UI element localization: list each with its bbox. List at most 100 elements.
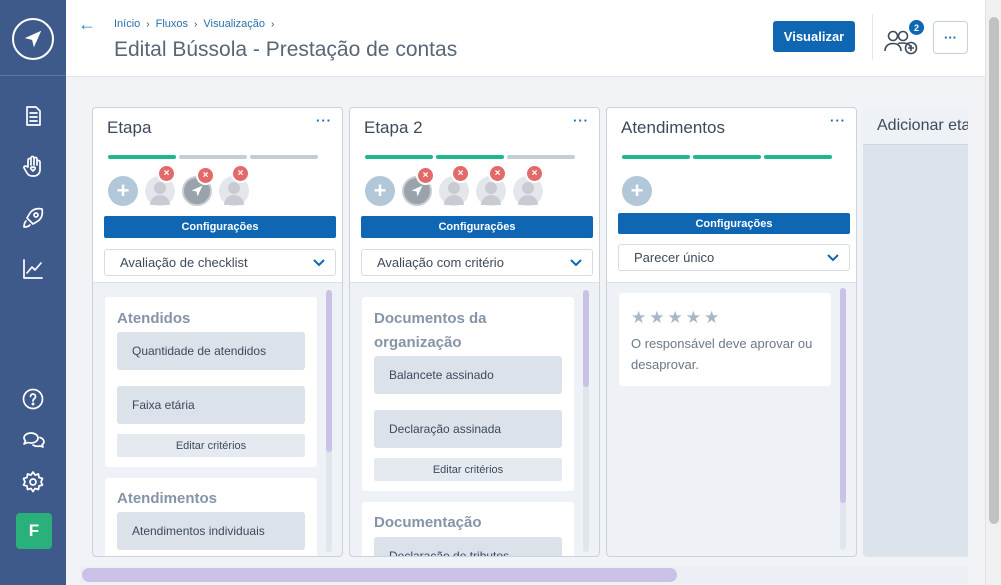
remove-member-icon[interactable]: × — [416, 166, 435, 185]
criteria-card: Documentos da organização Balancete assi… — [362, 297, 574, 491]
column-scrollbar[interactable] — [583, 290, 589, 552]
add-member-button[interactable]: + — [622, 176, 652, 206]
card-title: Documentação — [374, 514, 482, 531]
progress-segment — [365, 155, 433, 159]
compass-logo-icon[interactable] — [12, 18, 54, 60]
stage-title: Etapa 2 — [364, 118, 423, 137]
chevron-right-icon: › — [270, 18, 275, 30]
remove-member-icon[interactable]: × — [451, 164, 470, 183]
progress-segment — [693, 155, 761, 159]
stage-column-body: Documentos da organização Balancete assi… — [350, 284, 599, 556]
column-scrollbar[interactable] — [840, 288, 846, 550]
star-icon: ★ — [631, 308, 647, 327]
criterion-item[interactable]: Balancete assinado — [374, 356, 562, 394]
horizontal-scrollbar-thumb[interactable] — [82, 568, 677, 582]
column-scrollbar-thumb[interactable] — [583, 290, 589, 387]
back-arrow-icon[interactable]: ← — [78, 14, 96, 35]
parecer-card: ★ ★ ★ ★ ★ O responsável deve aprovar ou … — [619, 293, 831, 386]
stage-column-body: Atendidos Quantidade de atendidos Faixa … — [93, 284, 342, 556]
more-options-button[interactable]: ··· — [933, 21, 968, 54]
stage-members: + — [622, 176, 652, 206]
chart-line-icon[interactable] — [20, 256, 46, 282]
gear-icon[interactable] — [20, 469, 46, 495]
add-stage-header: Adicionar etapa — [863, 107, 968, 145]
column-scrollbar[interactable] — [326, 290, 332, 552]
sidebar: F — [0, 0, 66, 585]
criteria-card: Documentação Declaração de tributos — [362, 502, 574, 556]
stage-members: + × × × × — [365, 164, 544, 206]
remove-member-icon[interactable]: × — [488, 164, 507, 183]
chevron-down-icon — [570, 259, 582, 267]
configuracoes-button[interactable]: Configurações — [618, 213, 850, 234]
vertical-scrollbar-thumb[interactable] — [989, 17, 999, 524]
member-avatar: × — [476, 164, 507, 206]
remove-member-icon[interactable]: × — [525, 164, 544, 183]
stage-column-header: Etapa ··· + × × × Configurações Avaliaçã… — [93, 108, 342, 283]
vertical-scrollbar[interactable] — [985, 0, 1001, 585]
stage-title: Atendimentos — [621, 118, 725, 137]
breadcrumb: Início › Fluxos › Visualização › — [114, 18, 274, 30]
column-scrollbar-thumb[interactable] — [840, 288, 846, 503]
progress-segment — [250, 155, 318, 159]
chevron-right-icon: › — [146, 18, 150, 30]
remove-member-icon[interactable]: × — [231, 164, 250, 183]
breadcrumb-item-visualizacao[interactable]: Visualização — [203, 18, 265, 30]
criteria-card: Atendidos Quantidade de atendidos Faixa … — [105, 297, 317, 467]
edit-criteria-button[interactable]: Editar critérios — [374, 458, 562, 481]
progress-segment — [622, 155, 690, 159]
select-value: Avaliação de checklist — [120, 255, 248, 270]
card-title: Atendidos — [117, 310, 191, 327]
avatar[interactable]: F — [16, 513, 52, 549]
criterion-item[interactable]: Faixa etária — [117, 386, 305, 424]
stage-column-header: Etapa 2 ··· + × × × × Configurações Aval… — [350, 108, 599, 283]
configuracoes-button[interactable]: Configurações — [361, 216, 593, 238]
member-avatar: × — [182, 166, 215, 206]
rocket-icon[interactable] — [20, 205, 46, 231]
column-scrollbar-thumb[interactable] — [326, 290, 332, 452]
edit-criteria-button[interactable]: Editar critérios — [117, 434, 305, 457]
member-avatar: × — [402, 166, 435, 206]
stage-column-body: ★ ★ ★ ★ ★ O responsável deve aprovar ou … — [607, 284, 856, 556]
add-stage-column[interactable]: Adicionar etapa — [863, 107, 968, 557]
stage-members: + × × × — [108, 164, 250, 206]
stage-more-button[interactable]: ··· — [316, 113, 332, 128]
criterion-item[interactable]: Declaração assinada — [374, 410, 562, 448]
configuracoes-button[interactable]: Configurações — [104, 216, 336, 238]
rating-stars: ★ ★ ★ ★ ★ — [631, 309, 719, 327]
select-value: Parecer único — [634, 250, 715, 265]
add-stage-label[interactable]: Adicionar etapa — [877, 117, 968, 135]
add-member-button[interactable]: + — [108, 176, 138, 206]
stage-column-header: Atendimentos ··· + Configurações Parecer… — [607, 108, 856, 283]
stage-column-etapa-2: Etapa 2 ··· + × × × × Configurações Aval… — [349, 107, 600, 557]
evaluation-type-select[interactable]: Avaliação com critério — [361, 249, 593, 276]
criteria-card: Atendimentos Atendimentos individuais — [105, 478, 317, 556]
criterion-item[interactable]: Atendimentos individuais — [117, 512, 305, 550]
stage-more-button[interactable]: ··· — [830, 113, 846, 128]
add-member-button[interactable]: + — [365, 176, 395, 206]
chevron-right-icon: › — [194, 18, 198, 30]
document-icon[interactable] — [20, 103, 46, 129]
stage-column-etapa: Etapa ··· + × × × Configurações Avaliaçã… — [92, 107, 343, 557]
evaluation-type-select[interactable]: Avaliação de checklist — [104, 249, 336, 276]
breadcrumb-item-inicio[interactable]: Início — [114, 18, 140, 30]
progress-segment — [507, 155, 575, 159]
criterion-item[interactable]: Declaração de tributos — [374, 537, 562, 556]
visualizar-button[interactable]: Visualizar — [773, 21, 855, 52]
remove-member-icon[interactable]: × — [196, 166, 215, 185]
evaluation-type-select[interactable]: Parecer único — [618, 244, 850, 271]
page-title: Edital Bússola - Prestação de contas — [114, 38, 458, 61]
horizontal-scrollbar[interactable] — [80, 566, 968, 584]
breadcrumb-item-fluxos[interactable]: Fluxos — [156, 18, 188, 30]
chat-icon[interactable] — [20, 427, 46, 453]
chevron-down-icon — [313, 259, 325, 267]
criterion-item[interactable]: Quantidade de atendidos — [117, 332, 305, 370]
stage-progress — [622, 155, 832, 159]
help-icon[interactable] — [20, 386, 46, 412]
member-avatar: × — [513, 164, 544, 206]
parecer-description: O responsável deve aprovar ou desaprovar… — [631, 336, 813, 372]
stage-more-button[interactable]: ··· — [573, 113, 589, 128]
star-icon: ★ — [704, 308, 720, 327]
remove-member-icon[interactable]: × — [157, 164, 176, 183]
stage-column-atendimentos: Atendimentos ··· + Configurações Parecer… — [606, 107, 857, 557]
hand-heart-icon[interactable] — [20, 153, 46, 179]
